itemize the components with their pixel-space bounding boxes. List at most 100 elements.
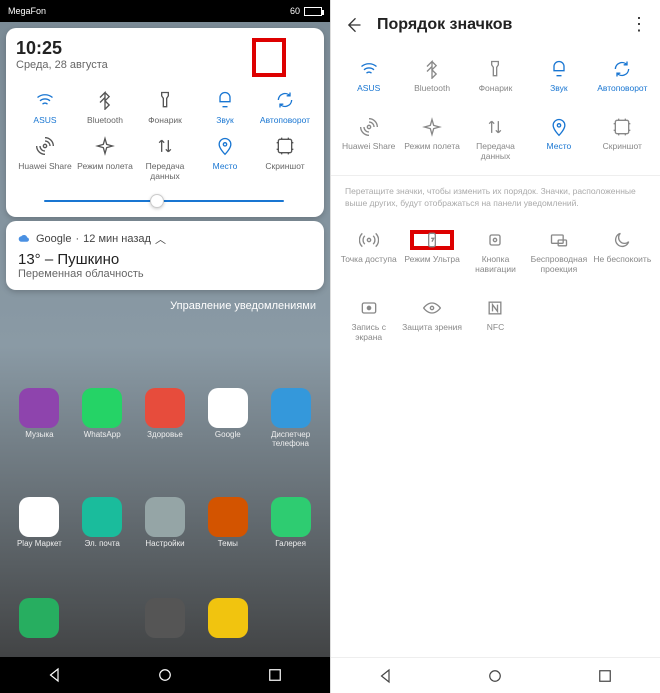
tile-data[interactable]: Передача данных <box>136 131 194 185</box>
app-icon[interactable]: Google <box>198 388 257 493</box>
app-label: Галерея <box>275 539 306 548</box>
nav-back-icon[interactable] <box>46 666 64 684</box>
weather-card[interactable]: Google · 12 мин назад ︿ 13° – Пушкино Пе… <box>6 221 324 290</box>
brightness-slider[interactable] <box>16 185 314 213</box>
app-icon[interactable]: Диспетчер телефона <box>261 388 320 493</box>
tile-label: Кнопка навигации <box>464 254 527 274</box>
tile-nfc[interactable]: NFC <box>464 292 527 348</box>
app-icon[interactable]: Эл. почта <box>73 497 132 593</box>
tile-label: Место <box>213 161 238 171</box>
tile-autorotate[interactable]: Автоповорот <box>591 53 654 99</box>
tile-label: Скриншот <box>265 161 304 171</box>
hotspot-icon <box>359 230 379 250</box>
tile-location[interactable]: Место <box>527 111 590 167</box>
tile-eyecare[interactable]: Защита зрения <box>400 292 463 348</box>
tile-label: Режим полета <box>404 141 460 151</box>
drag-hint-text: Перетащите значки, чтобы изменить их пор… <box>331 175 660 220</box>
screenshot-icon <box>612 117 632 137</box>
app-label: Play Маркет <box>17 539 62 548</box>
tile-ultra[interactable]: Режим Ультра <box>400 224 463 280</box>
tile-hotspot[interactable]: Точка доступа <box>337 224 400 280</box>
screenrec-icon <box>359 298 379 318</box>
app-label: WhatsApp <box>84 430 121 439</box>
nav-recent-icon[interactable] <box>266 666 284 684</box>
tile-airplane[interactable]: Режим полета <box>400 111 463 167</box>
weather-cond: Переменная облачность <box>18 268 312 280</box>
tile-label: Звук <box>216 115 233 125</box>
tile-label: Фонарик <box>479 83 513 93</box>
app-icon[interactable]: Play Маркет <box>10 497 69 593</box>
right-screenshot: Порядок значков ⋮ ASUSBluetoothФонарикЗв… <box>330 0 660 693</box>
back-arrow-icon[interactable] <box>343 15 363 35</box>
tile-label: Режим полета <box>77 161 133 171</box>
homescreen-apps: Музыка WhatsApp Здоровье Google Диспетчер те… <box>0 380 330 693</box>
autorotate-icon <box>275 90 295 110</box>
tile-navkey[interactable]: Кнопка навигации <box>464 224 527 280</box>
quick-settings-panel: 10:25 Среда, 28 августа ASUSBluetoothФон… <box>6 28 324 217</box>
tile-label: ASUS <box>33 115 56 125</box>
huaweishare-icon <box>359 117 379 137</box>
tile-label: Bluetooth <box>414 83 450 93</box>
chevron-up-icon[interactable]: ︿ <box>155 231 166 247</box>
battery-percent: 60 <box>290 6 300 16</box>
nav-home-icon[interactable] <box>486 667 504 685</box>
tile-data[interactable]: Передача данных <box>464 111 527 167</box>
eyecare-icon <box>422 298 442 318</box>
tile-huaweishare[interactable]: Huawei Share <box>16 131 74 185</box>
tile-bluetooth[interactable]: Bluetooth <box>76 85 134 129</box>
wifi-icon <box>35 90 55 110</box>
flashlight-icon <box>485 59 505 79</box>
app-icon[interactable]: Настройки <box>136 497 195 593</box>
tile-label: Звук <box>550 83 567 93</box>
cloud-icon <box>18 234 32 244</box>
edit-tiles-button[interactable] <box>252 38 286 77</box>
tile-label: Bluetooth <box>87 115 123 125</box>
app-icon[interactable]: Темы <box>198 497 257 593</box>
weather-source: Google <box>36 233 71 245</box>
tile-dnd[interactable]: Не беспокоить <box>591 224 654 280</box>
tile-label: Режим Ультра <box>404 254 459 264</box>
nav-home-icon[interactable] <box>156 666 174 684</box>
ultra-icon <box>422 230 442 250</box>
tile-label: Передача данных <box>464 141 527 161</box>
app-icon[interactable]: WhatsApp <box>73 388 132 493</box>
app-icon[interactable]: Музыка <box>10 388 69 493</box>
sound-icon <box>215 90 235 110</box>
overflow-menu-icon[interactable]: ⋮ <box>630 14 648 35</box>
tile-flashlight[interactable]: Фонарик <box>464 53 527 99</box>
tile-sound[interactable]: Звук <box>527 53 590 99</box>
clock-date: Среда, 28 августа <box>16 59 108 71</box>
tile-screenshot[interactable]: Скриншот <box>591 111 654 167</box>
tile-flashlight[interactable]: Фонарик <box>136 85 194 129</box>
app-icon[interactable]: Здоровье <box>136 388 195 493</box>
tile-wifi[interactable]: ASUS <box>16 85 74 129</box>
data-icon <box>485 117 505 137</box>
flashlight-icon <box>155 90 175 110</box>
tile-label: Huawei Share <box>18 161 71 171</box>
app-label: Музыка <box>25 430 53 439</box>
notification-manager-link[interactable]: Управление уведомлениями <box>0 290 330 322</box>
tile-airplane[interactable]: Режим полета <box>76 131 134 185</box>
nfc-icon <box>485 298 505 318</box>
tile-label: Фонарик <box>148 115 182 125</box>
nav-back-icon[interactable] <box>377 667 395 685</box>
tile-sound[interactable]: Звук <box>196 85 254 129</box>
app-icon[interactable]: Галерея <box>261 497 320 593</box>
huaweishare-icon <box>35 136 55 156</box>
battery-icon <box>304 7 322 16</box>
left-screenshot: MegaFon 60 10:25 Среда, 28 августа ASUSB… <box>0 0 330 693</box>
tile-location[interactable]: Место <box>196 131 254 185</box>
tile-huaweishare[interactable]: Huawei Share <box>337 111 400 167</box>
app-label: Google <box>215 430 241 439</box>
nav-recent-icon[interactable] <box>596 667 614 685</box>
tile-label: Передача данных <box>136 161 194 181</box>
tile-autorotate[interactable]: Автоповорот <box>256 85 314 129</box>
tile-wifi[interactable]: ASUS <box>337 53 400 99</box>
carrier-label: MegaFon <box>8 6 46 16</box>
tile-label: Huawei Share <box>342 141 395 151</box>
tile-bluetooth[interactable]: Bluetooth <box>400 53 463 99</box>
gear-icon[interactable] <box>294 48 314 68</box>
tile-screenrec[interactable]: Запись с экрана <box>337 292 400 348</box>
tile-wireless-proj[interactable]: Беспроводная проекция <box>527 224 590 280</box>
tile-screenshot[interactable]: Скриншот <box>256 131 314 185</box>
